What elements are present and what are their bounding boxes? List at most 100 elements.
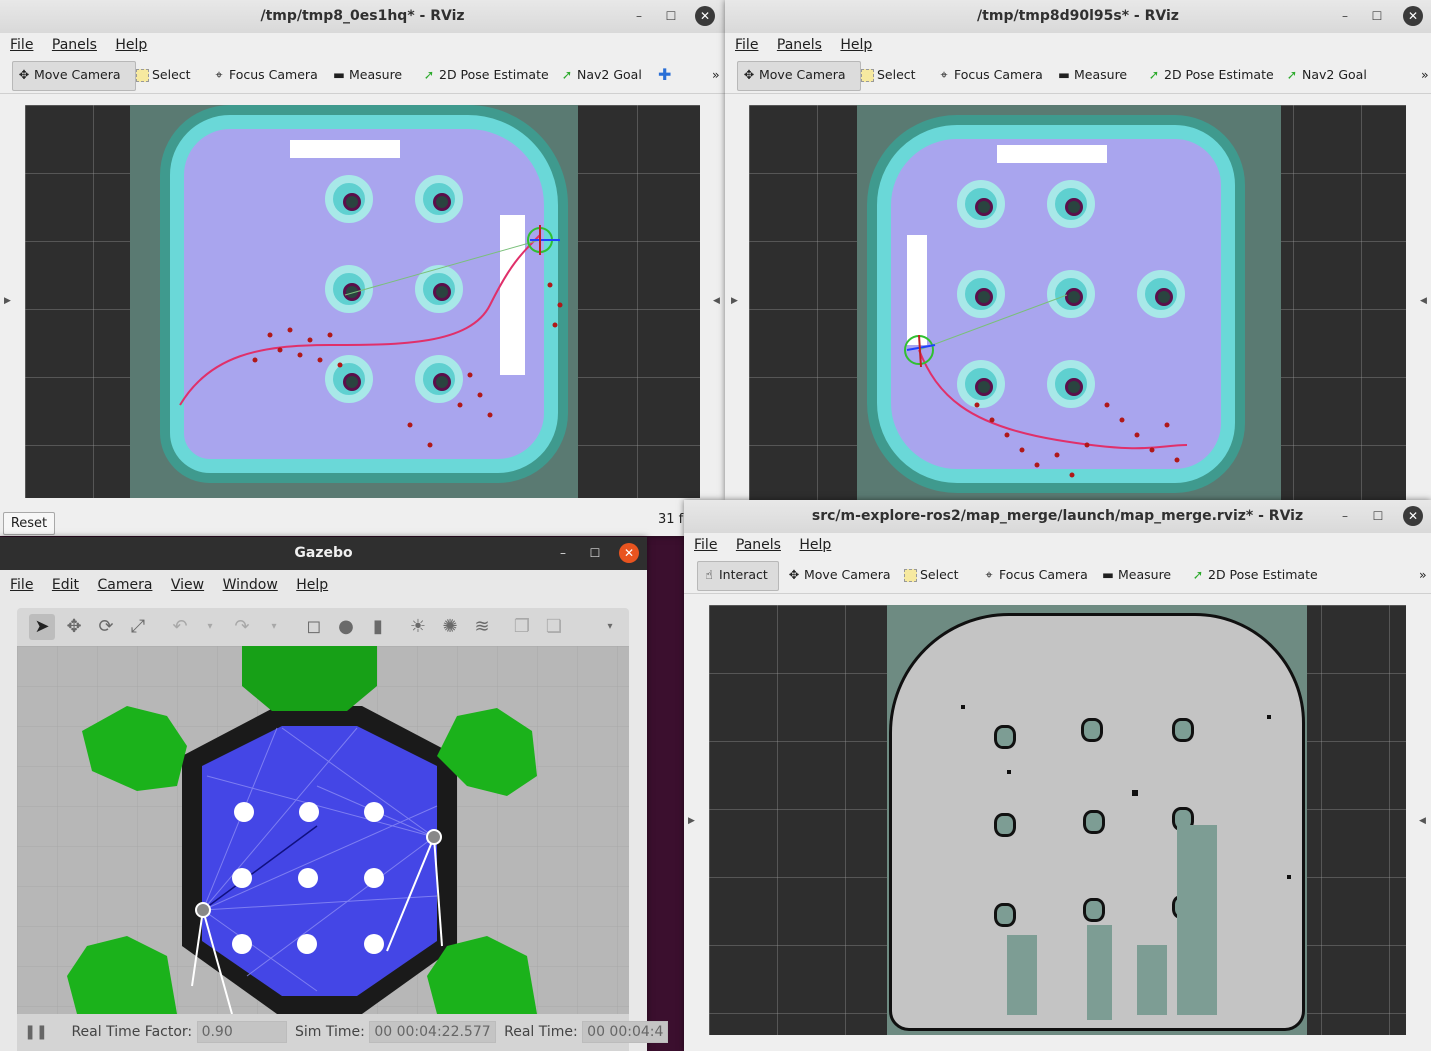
- box-shape-icon[interactable]: ◻: [301, 614, 327, 640]
- focus-camera-tool[interactable]: ⌖ Focus Camera: [210, 61, 317, 89]
- rviz-left-window: /tmp/tmp8_0es1hq* - RViz – ☐ ✕ File Pane…: [0, 0, 725, 536]
- cylinder-shape-icon[interactable]: ▮: [365, 614, 391, 640]
- more-tools-icon[interactable]: »: [710, 61, 720, 89]
- scale-icon[interactable]: ⤢: [125, 614, 151, 640]
- copy-icon[interactable]: ❐: [509, 614, 535, 640]
- measure-label: Measure: [1074, 67, 1128, 82]
- menu-panels[interactable]: Panels: [777, 37, 822, 53]
- pause-icon[interactable]: ❚❚: [23, 1014, 49, 1051]
- right-panel-toggle-icon[interactable]: ◀: [713, 296, 720, 306]
- minimize-icon[interactable]: –: [1335, 506, 1355, 526]
- menu-edit[interactable]: Edit: [52, 577, 79, 593]
- menu-view[interactable]: View: [171, 577, 204, 593]
- rotate-icon[interactable]: ⟳: [93, 614, 119, 640]
- real-time-value: 00 00:04:4: [582, 1021, 669, 1043]
- robot-path: [179, 225, 563, 448]
- left-panel-toggle-icon[interactable]: ▶: [4, 296, 11, 306]
- select-tool[interactable]: Select: [902, 561, 959, 589]
- select-tool[interactable]: Select: [134, 61, 191, 89]
- costmap: [130, 105, 578, 498]
- undo-icon[interactable]: ↶: [167, 614, 193, 640]
- translate-icon[interactable]: ✥: [61, 614, 87, 640]
- spot-light-icon[interactable]: ✺: [437, 614, 463, 640]
- toolbar-more-icon[interactable]: ▾: [597, 614, 623, 640]
- redo-menu-icon[interactable]: ▾: [261, 614, 287, 640]
- nav2-goal-tool[interactable]: ➚ Nav2 Goal: [558, 61, 642, 89]
- move-camera-icon: ✥: [743, 67, 755, 82]
- rviz-right-title: /tmp/tmp8d90l95s* - RViz: [977, 8, 1179, 24]
- undo-menu-icon[interactable]: ▾: [197, 614, 223, 640]
- rviz-right-window: /tmp/tmp8d90l95s* - RViz – ☐ ✕ File Pane…: [725, 0, 1431, 500]
- pose-estimate-tool[interactable]: ➚ 2D Pose Estimate: [420, 61, 549, 89]
- gazebo-title: Gazebo: [294, 545, 353, 561]
- right-panel-toggle-icon[interactable]: ◀: [1420, 296, 1427, 306]
- select-icon: [861, 69, 874, 82]
- focus-camera-tool[interactable]: ⌖ Focus Camera: [980, 561, 1088, 589]
- gazebo-3d-scene[interactable]: [17, 646, 629, 1014]
- minimize-icon[interactable]: –: [553, 543, 573, 563]
- maximize-icon[interactable]: ☐: [1368, 506, 1388, 526]
- sphere-shape-icon[interactable]: ●: [333, 614, 359, 640]
- redo-icon[interactable]: ↷: [229, 614, 255, 640]
- menu-panels[interactable]: Panels: [52, 37, 97, 53]
- move-camera-tool[interactable]: ✥ Move Camera: [12, 61, 136, 91]
- real-time-factor-value: 0.90: [196, 1021, 287, 1043]
- close-icon[interactable]: ✕: [695, 6, 715, 26]
- maximize-icon[interactable]: ☐: [1367, 6, 1387, 26]
- right-panel-toggle-icon[interactable]: ◀: [1419, 816, 1426, 826]
- select-label: Select: [152, 67, 191, 82]
- focus-camera-label: Focus Camera: [999, 567, 1088, 582]
- measure-tool[interactable]: ▬ Measure: [330, 61, 402, 89]
- minimize-icon[interactable]: –: [629, 6, 649, 26]
- maximize-icon[interactable]: ☐: [585, 543, 605, 563]
- move-camera-tool[interactable]: ✥ Move Camera: [737, 61, 861, 91]
- left-panel-toggle-icon[interactable]: ▶: [688, 816, 695, 826]
- map-merge-title: src/m-explore-ros2/map_merge/launch/map_…: [811, 508, 1304, 524]
- menu-file[interactable]: File: [694, 537, 717, 553]
- menu-window[interactable]: Window: [223, 577, 278, 593]
- menu-camera[interactable]: Camera: [97, 577, 152, 593]
- menu-file[interactable]: File: [10, 37, 33, 53]
- paste-icon[interactable]: ❏: [541, 614, 567, 640]
- measure-tool[interactable]: ▬ Measure: [1099, 561, 1171, 589]
- move-camera-label: Move Camera: [804, 567, 891, 582]
- move-camera-tool[interactable]: ✥ Move Camera: [785, 561, 891, 589]
- focus-camera-tool[interactable]: ⌖ Focus Camera: [935, 61, 1043, 89]
- maximize-icon[interactable]: ☐: [661, 6, 681, 26]
- point-light-icon[interactable]: ☀: [405, 614, 431, 640]
- directional-light-icon[interactable]: ≋: [469, 614, 495, 640]
- map-merge-menubar: File Panels Help: [684, 533, 1431, 557]
- select-label: Select: [920, 567, 959, 582]
- gazebo-statusbar: ❚❚ Real Time Factor: 0.90 Sim Time: 00 0…: [17, 1014, 669, 1051]
- pose-estimate-tool[interactable]: ➚ 2D Pose Estimate: [1189, 561, 1318, 589]
- add-tool-button[interactable]: ✚: [656, 61, 671, 89]
- close-icon[interactable]: ✕: [1403, 6, 1423, 26]
- more-tools-icon[interactable]: »: [1417, 561, 1427, 589]
- map-merge-3d-view[interactable]: [709, 605, 1406, 1035]
- more-tools-icon[interactable]: »: [1419, 61, 1429, 89]
- close-icon[interactable]: ✕: [1403, 506, 1423, 526]
- select-icon: [136, 69, 149, 82]
- minimize-icon[interactable]: –: [1335, 6, 1355, 26]
- pose-estimate-tool[interactable]: ➚ 2D Pose Estimate: [1145, 61, 1274, 89]
- menu-file[interactable]: File: [735, 37, 758, 53]
- menu-help[interactable]: Help: [296, 577, 328, 593]
- left-panel-toggle-icon[interactable]: ▶: [731, 296, 738, 306]
- close-icon[interactable]: ✕: [619, 543, 639, 563]
- fps-readout: 31 f: [658, 512, 684, 527]
- interact-tool[interactable]: ☝ Interact: [697, 561, 779, 591]
- rviz-right-titlebar: /tmp/tmp8d90l95s* - RViz – ☐ ✕: [725, 0, 1431, 33]
- select-arrow-icon[interactable]: ➤: [29, 614, 55, 640]
- menu-help[interactable]: Help: [115, 37, 147, 53]
- menu-help[interactable]: Help: [799, 537, 831, 553]
- nav2-goal-tool[interactable]: ➚ Nav2 Goal: [1283, 61, 1367, 89]
- reset-button[interactable]: Reset: [3, 512, 55, 535]
- select-tool[interactable]: Select: [859, 61, 916, 89]
- rviz-right-3d-view[interactable]: [749, 105, 1406, 500]
- focus-camera-label: Focus Camera: [954, 67, 1043, 82]
- menu-panels[interactable]: Panels: [736, 537, 781, 553]
- menu-help[interactable]: Help: [840, 37, 872, 53]
- measure-tool[interactable]: ▬ Measure: [1055, 61, 1127, 89]
- rviz-left-3d-view[interactable]: [25, 105, 700, 498]
- menu-file[interactable]: File: [10, 577, 33, 593]
